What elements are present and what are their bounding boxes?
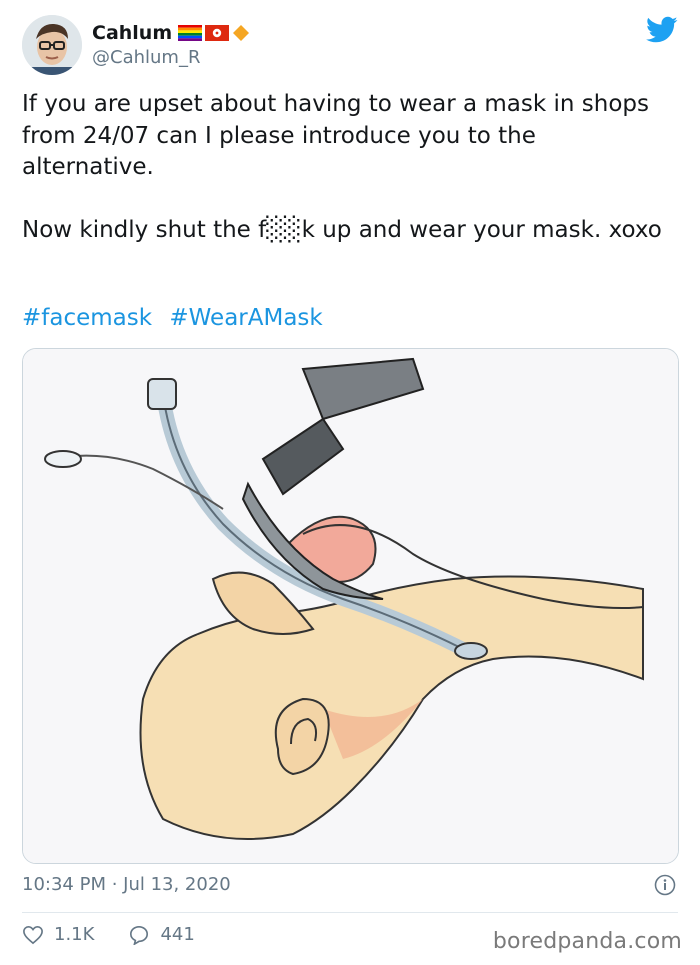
- tweet-text: If you are upset about having to wear a …: [22, 91, 662, 243]
- tweet-actions: 1.1K 441: [22, 924, 229, 945]
- reply-count: 441: [160, 924, 195, 945]
- author-display-name[interactable]: Cahlum: [92, 22, 172, 44]
- tweet-media[interactable]: [22, 348, 679, 864]
- author-flags: [178, 24, 250, 42]
- rainbow-flag-icon: [178, 25, 203, 41]
- hong-kong-flag-icon: [205, 25, 230, 41]
- avatar-image: [22, 15, 82, 75]
- twitter-bird-icon[interactable]: [646, 16, 678, 44]
- author-handle[interactable]: @Cahlum_R: [92, 47, 200, 68]
- watermark: boredpanda.com: [492, 929, 682, 954]
- intubation-illustration: [23, 349, 678, 863]
- info-icon[interactable]: [654, 874, 676, 896]
- avatar[interactable]: [22, 15, 82, 75]
- hashtag-list: #facemask #WearAMask: [22, 305, 333, 331]
- like-action[interactable]: 1.1K: [22, 924, 94, 945]
- hashtag-link[interactable]: #WearAMask: [169, 305, 322, 331]
- hashtag-link[interactable]: #facemask: [22, 305, 152, 331]
- speech-bubble-icon[interactable]: [128, 925, 150, 945]
- heart-icon[interactable]: [22, 925, 44, 945]
- reply-action[interactable]: 441: [128, 924, 195, 945]
- orange-diamond-icon: [233, 25, 250, 41]
- like-count: 1.1K: [54, 924, 95, 945]
- author-name-row[interactable]: Cahlum: [92, 22, 250, 44]
- tweet-timestamp[interactable]: 10:34 PM · Jul 13, 2020: [22, 874, 231, 895]
- divider: [22, 912, 678, 913]
